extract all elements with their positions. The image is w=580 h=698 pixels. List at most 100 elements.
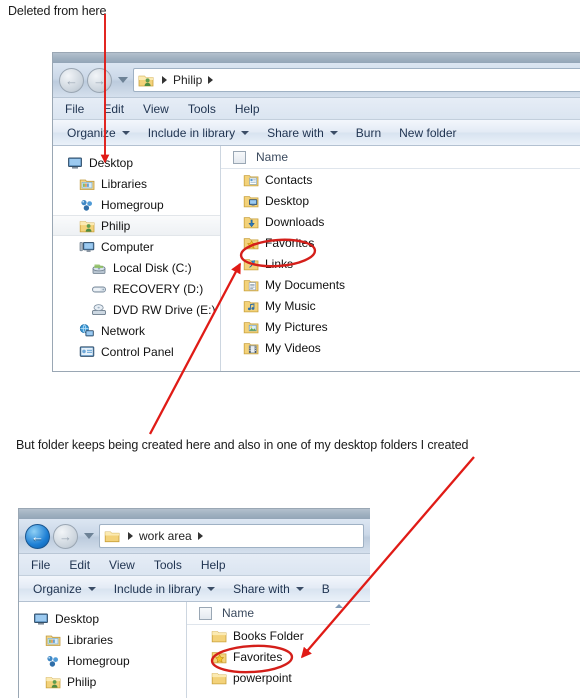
sidebar-label: Libraries bbox=[67, 632, 114, 647]
breadcrumb-path-label[interactable]: work area bbox=[135, 529, 196, 543]
select-all-checkbox[interactable] bbox=[199, 606, 212, 620]
list-item[interactable]: Links bbox=[221, 253, 580, 274]
window2-titlebar bbox=[19, 509, 370, 519]
window1-column-header[interactable]: Name bbox=[221, 146, 580, 169]
select-all-checkbox[interactable] bbox=[233, 150, 246, 164]
dvd-drive-icon bbox=[91, 302, 107, 318]
window1-navigation-pane: Desktop Libraries Homegroup Philip Compu… bbox=[53, 146, 221, 371]
sidebar-item-recovery-d[interactable]: RECOVERY (D:) bbox=[53, 278, 220, 299]
sidebar-label: Desktop bbox=[89, 155, 134, 170]
menu-item-file[interactable]: File bbox=[65, 102, 84, 116]
window2-navigation-pane: Desktop Libraries Homegroup Philip bbox=[19, 602, 187, 698]
breadcrumb-separator bbox=[128, 532, 133, 540]
include-in-library-button[interactable]: Include in library bbox=[148, 126, 250, 140]
sidebar-item-control-panel[interactable]: Control Panel bbox=[53, 341, 220, 362]
menu-item-edit[interactable]: Edit bbox=[69, 558, 90, 572]
window1-menu-bar: File Edit View Tools Help bbox=[53, 97, 580, 120]
list-item[interactable]: My Music bbox=[221, 295, 580, 316]
organize-label: Organize bbox=[67, 125, 116, 140]
folder-contacts-icon bbox=[243, 172, 259, 188]
sidebar-item-desktop[interactable]: Desktop bbox=[19, 608, 186, 629]
menu-item-help[interactable]: Help bbox=[235, 102, 260, 116]
forward-button[interactable]: → bbox=[87, 67, 112, 93]
chevron-down-icon bbox=[295, 586, 304, 591]
new-folder-label: New folder bbox=[399, 125, 457, 140]
network-icon bbox=[79, 323, 95, 339]
sidebar-label: Computer bbox=[101, 239, 154, 254]
back-button[interactable]: ← bbox=[59, 67, 84, 93]
sidebar-label: Local Disk (C:) bbox=[113, 260, 192, 275]
share-with-button[interactable]: Share with bbox=[233, 582, 304, 596]
menu-item-help[interactable]: Help bbox=[201, 558, 226, 572]
breadcrumb-bar[interactable]: work area bbox=[99, 524, 364, 548]
list-item-favorites[interactable]: Favorites bbox=[187, 646, 370, 667]
menu-item-tools[interactable]: Tools bbox=[154, 558, 182, 572]
sidebar-item-philip[interactable]: Philip bbox=[19, 671, 186, 692]
folder-favorites-icon bbox=[243, 235, 259, 251]
burn-button-clipped[interactable]: B bbox=[322, 582, 330, 596]
window1-body: Desktop Libraries Homegroup Philip Compu… bbox=[53, 146, 580, 371]
sidebar-item-dvd-rw-drive-e[interactable]: DVD RW Drive (E:) bbox=[53, 299, 220, 320]
annotation-top-note: Deleted from here bbox=[8, 4, 107, 18]
user-folder-icon bbox=[79, 218, 95, 234]
list-item[interactable]: Downloads bbox=[221, 211, 580, 232]
homegroup-icon bbox=[79, 197, 95, 213]
sidebar-item-desktop[interactable]: Desktop bbox=[53, 152, 220, 173]
sidebar-item-philip[interactable]: Philip bbox=[53, 215, 220, 236]
folder-pictures-icon bbox=[243, 319, 259, 335]
list-item[interactable]: My Pictures bbox=[221, 316, 580, 337]
list-item[interactable]: My Documents bbox=[221, 274, 580, 295]
sidebar-label: Homegroup bbox=[101, 197, 164, 212]
breadcrumb-separator bbox=[208, 76, 214, 84]
column-header-name[interactable]: Name bbox=[222, 606, 254, 620]
breadcrumb-separator bbox=[197, 532, 203, 540]
menu-item-view[interactable]: View bbox=[143, 102, 169, 116]
sidebar-item-local-disk-c[interactable]: Local Disk (C:) bbox=[53, 257, 220, 278]
menu-item-edit[interactable]: Edit bbox=[103, 102, 124, 116]
column-header-name[interactable]: Name bbox=[256, 150, 288, 164]
sidebar-item-libraries[interactable]: Libraries bbox=[53, 173, 220, 194]
sidebar-item-homegroup[interactable]: Homegroup bbox=[19, 650, 186, 671]
menu-item-file[interactable]: File bbox=[31, 558, 50, 572]
chevron-down-icon bbox=[329, 130, 338, 135]
history-dropdown-icon[interactable] bbox=[84, 533, 94, 539]
folder-desktop-icon bbox=[243, 193, 259, 209]
folder-plain-icon bbox=[104, 528, 120, 544]
share-with-button[interactable]: Share with bbox=[267, 126, 338, 140]
window2-file-list-pane: Name Books Folder Favorites powerpoint bbox=[187, 602, 370, 698]
organize-button[interactable]: Organize bbox=[67, 126, 130, 140]
breadcrumb-separator bbox=[162, 76, 167, 84]
back-button[interactable]: ← bbox=[25, 523, 50, 549]
sidebar-item-computer[interactable]: Computer bbox=[53, 236, 220, 257]
sidebar-item-homegroup[interactable]: Homegroup bbox=[53, 194, 220, 215]
window1-file-list-pane: Name Contacts Desktop Downloads Favorite… bbox=[221, 146, 580, 371]
menu-item-view[interactable]: View bbox=[109, 558, 135, 572]
list-item-label: Favorites bbox=[233, 649, 283, 664]
list-item[interactable]: Books Folder bbox=[187, 625, 370, 646]
list-item[interactable]: Desktop bbox=[221, 190, 580, 211]
window1-titlebar bbox=[53, 53, 580, 63]
list-item[interactable]: powerpoint bbox=[187, 667, 370, 688]
burn-button[interactable]: Burn bbox=[356, 126, 381, 140]
sidebar-item-network[interactable]: Network bbox=[53, 320, 220, 341]
control-panel-icon bbox=[79, 344, 95, 360]
sidebar-item-libraries[interactable]: Libraries bbox=[19, 629, 186, 650]
window2-column-header[interactable]: Name bbox=[187, 602, 370, 625]
new-folder-button[interactable]: New folder bbox=[399, 126, 456, 140]
chevron-down-icon bbox=[87, 586, 96, 591]
organize-button[interactable]: Organize bbox=[33, 582, 96, 596]
chevron-down-icon bbox=[241, 130, 250, 135]
list-item-label: Downloads bbox=[265, 214, 325, 229]
include-in-library-button[interactable]: Include in library bbox=[114, 582, 216, 596]
list-item[interactable]: My Videos bbox=[221, 337, 580, 358]
list-item[interactable]: Contacts bbox=[221, 169, 580, 190]
list-item-favorites[interactable]: Favorites bbox=[221, 232, 580, 253]
forward-button[interactable]: → bbox=[53, 523, 78, 549]
breadcrumb-bar[interactable]: Philip bbox=[133, 68, 580, 92]
breadcrumb-path-label[interactable]: Philip bbox=[169, 73, 206, 87]
folder-plain-icon bbox=[211, 670, 227, 686]
list-item-label: My Videos bbox=[265, 340, 321, 355]
history-dropdown-icon[interactable] bbox=[118, 77, 128, 83]
menu-item-tools[interactable]: Tools bbox=[188, 102, 216, 116]
window2-menu-bar: File Edit View Tools Help bbox=[19, 553, 370, 576]
